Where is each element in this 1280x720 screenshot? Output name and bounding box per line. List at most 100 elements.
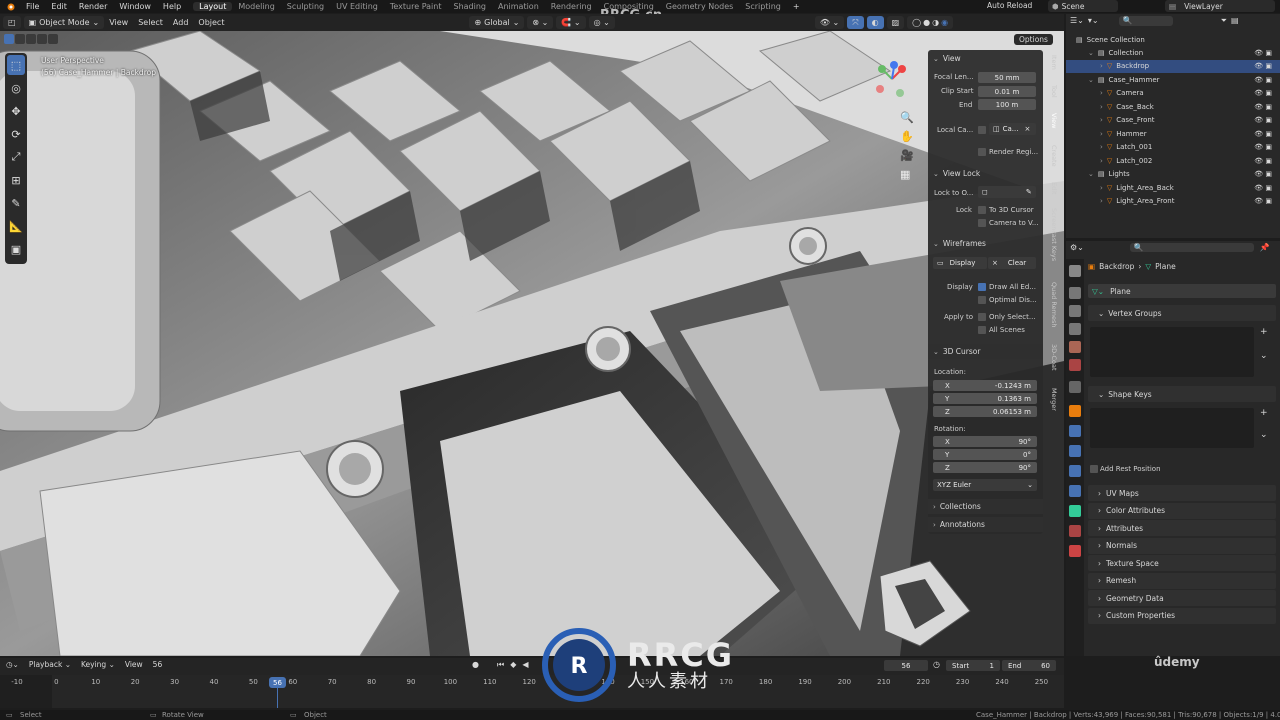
- cursor-location-z[interactable]: Z 0.06153 m: [933, 406, 1037, 417]
- tab-shading[interactable]: Shading: [447, 2, 492, 11]
- add-cube-tool-icon[interactable]: ▣: [7, 239, 25, 259]
- shape-keys-list[interactable]: [1090, 408, 1254, 448]
- scale-tool-icon[interactable]: ⤢: [7, 147, 25, 167]
- gizmo-toggle[interactable]: ⤧: [847, 16, 864, 29]
- options-button[interactable]: Options: [1014, 34, 1053, 45]
- properties-panel-header[interactable]: › UV Maps: [1088, 485, 1276, 501]
- view-layer-selector[interactable]: ▤ ViewLayer: [1165, 0, 1275, 12]
- tab-modeling[interactable]: Modeling: [232, 2, 280, 11]
- view-section-header[interactable]: ⌄ View: [928, 51, 1043, 66]
- properties-panel-header[interactable]: › Remesh: [1088, 572, 1276, 589]
- visibility-eye-icon[interactable]: 👁 ▣: [1254, 130, 1272, 138]
- tab-animation[interactable]: Animation: [492, 2, 545, 11]
- shading-modes[interactable]: ◯ ● ◑ ◉: [907, 16, 954, 29]
- properties-editor-icon[interactable]: ⚙⌄: [1070, 243, 1084, 252]
- navigation-gizmo[interactable]: [870, 57, 920, 107]
- cursor-location-y[interactable]: Y 0.1363 m: [933, 393, 1037, 404]
- physics-tab-icon[interactable]: [1069, 465, 1081, 477]
- outliner-item[interactable]: › ▽ Case_Back 👁 ▣: [1066, 100, 1280, 113]
- playhead-marker[interactable]: 56: [269, 677, 286, 688]
- scene-selector[interactable]: ⬢ Scene: [1048, 0, 1118, 12]
- chevron-right-icon[interactable]: ›: [1100, 157, 1103, 165]
- transform-tool-icon[interactable]: ⊞: [7, 170, 25, 190]
- outliner-item[interactable]: ⌄ ▤ Lights 👁 ▣: [1066, 168, 1280, 181]
- gizmo-y-axis[interactable]: [878, 65, 886, 73]
- cursor-tool-icon[interactable]: ◎: [7, 78, 25, 98]
- filter-icon[interactable]: ▾⌄: [1088, 16, 1099, 26]
- collection-tab-icon[interactable]: [1069, 381, 1081, 393]
- xray-toggle[interactable]: ▨: [886, 16, 905, 29]
- blender-logo-icon[interactable]: [4, 2, 16, 12]
- only-selected-checkbox[interactable]: [978, 313, 986, 321]
- chevron-right-icon[interactable]: ›: [1100, 116, 1103, 124]
- tab-view[interactable]: View: [1046, 113, 1058, 128]
- chevron-right-icon[interactable]: ›: [1100, 143, 1103, 151]
- camera-to-view-checkbox[interactable]: [978, 219, 986, 227]
- outliner-filter-icon[interactable]: ⏷: [1221, 16, 1227, 26]
- play-reverse-icon[interactable]: ◀: [522, 660, 528, 670]
- texture-tab-icon[interactable]: [1069, 545, 1081, 557]
- vertex-groups-panel-header[interactable]: ⌄ Vertex Groups: [1088, 305, 1276, 321]
- select-box-tool-icon[interactable]: ⬚: [7, 55, 25, 75]
- select-new-icon[interactable]: [4, 34, 14, 44]
- outliner-item[interactable]: › ▽ Light_Area_Back 👁 ▣: [1066, 181, 1280, 194]
- clip-end-field[interactable]: 100 m: [978, 99, 1036, 110]
- outliner-item[interactable]: ⌄ ▤ Case_Hammer 👁 ▣: [1066, 73, 1280, 86]
- visibility-eye-icon[interactable]: 👁 ▣: [1254, 197, 1272, 205]
- annotate-tool-icon[interactable]: ✎: [7, 193, 25, 213]
- search-icon[interactable]: 🔍: [1118, 16, 1173, 26]
- pin-icon[interactable]: 📌: [1260, 243, 1270, 252]
- 3d-viewport[interactable]: User Perspective (56) Case_Hammer | Back…: [0, 31, 1064, 656]
- output-tab-icon[interactable]: [1069, 305, 1081, 317]
- record-icon[interactable]: ●: [472, 660, 479, 670]
- visibility-eye-icon[interactable]: 👁 ▣: [1254, 170, 1272, 178]
- all-scenes-checkbox[interactable]: [978, 326, 986, 334]
- view-lock-section-header[interactable]: ⌄ View Lock: [928, 166, 1043, 181]
- tab-quad-remesh[interactable]: Quad Remesh: [1046, 282, 1058, 327]
- add-menu[interactable]: Add: [168, 18, 194, 27]
- select-menu[interactable]: Select: [133, 18, 168, 27]
- cursor-rotation-z[interactable]: Z 90°: [933, 462, 1037, 473]
- grid-perspective-icon[interactable]: ▦: [900, 168, 914, 181]
- tab-uv-editing[interactable]: UV Editing: [330, 2, 384, 11]
- view-menu[interactable]: View: [104, 18, 133, 27]
- visibility-eye-icon[interactable]: 👁 ▣: [1254, 89, 1272, 97]
- add-icon[interactable]: +: [1260, 408, 1268, 418]
- tab-geometry-nodes[interactable]: Geometry Nodes: [660, 2, 739, 11]
- outliner-item[interactable]: › ▽ Camera 👁 ▣: [1066, 87, 1280, 100]
- particles-tab-icon[interactable]: [1069, 445, 1081, 457]
- wireframe-display-button[interactable]: ▭ Display: [933, 257, 987, 269]
- object-tab-icon[interactable]: [1069, 405, 1081, 417]
- editor-type-button[interactable]: ◰: [3, 16, 21, 29]
- overlay-toggle[interactable]: ◐: [866, 16, 884, 29]
- tab-rendering[interactable]: Rendering: [545, 2, 598, 11]
- constraints-tab-icon[interactable]: [1069, 485, 1081, 497]
- render-tab-icon[interactable]: [1069, 287, 1081, 299]
- zoom-icon[interactable]: 🔍: [900, 111, 914, 124]
- select-mode-buttons[interactable]: [4, 34, 58, 44]
- pan-hand-icon[interactable]: ✋: [900, 130, 914, 143]
- tab-screencast-keys[interactable]: Screencast Keys: [1046, 208, 1058, 261]
- outliner-scene-collection[interactable]: ▤ Scene Collection: [1066, 33, 1280, 46]
- lock-to-cursor-checkbox[interactable]: [978, 206, 986, 214]
- tab-item[interactable]: Item: [1046, 55, 1058, 70]
- menu-window[interactable]: Window: [113, 2, 157, 11]
- prev-keyframe-icon[interactable]: ◆: [510, 660, 516, 670]
- annotations-section-header[interactable]: › Annotations: [928, 517, 1043, 532]
- add-rest-position-checkbox[interactable]: [1090, 465, 1098, 473]
- chevron-right-icon[interactable]: ›: [1100, 184, 1103, 192]
- properties-panel-header[interactable]: › Texture Space: [1088, 555, 1276, 571]
- timeline-view-menu[interactable]: View: [125, 660, 143, 669]
- marker-menu[interactable]: 56: [153, 660, 163, 669]
- measure-tool-icon[interactable]: 📐: [7, 216, 25, 236]
- modifier-tab-icon[interactable]: [1069, 425, 1081, 437]
- tab-create[interactable]: Create: [1046, 145, 1058, 167]
- gizmo-x-axis[interactable]: [898, 65, 906, 73]
- outliner-item[interactable]: › ▽ Latch_002 👁 ▣: [1066, 154, 1280, 167]
- timeline-editor-icon[interactable]: ◷⌄: [6, 660, 19, 669]
- tool-tab-icon[interactable]: [1069, 265, 1081, 277]
- view-layer-tab-icon[interactable]: [1069, 323, 1081, 335]
- visibility-eye-icon[interactable]: 👁 ▣: [1254, 103, 1272, 111]
- camera-view-icon[interactable]: 🎥: [900, 149, 914, 162]
- wireframe-clear-button[interactable]: × Clear: [988, 257, 1036, 269]
